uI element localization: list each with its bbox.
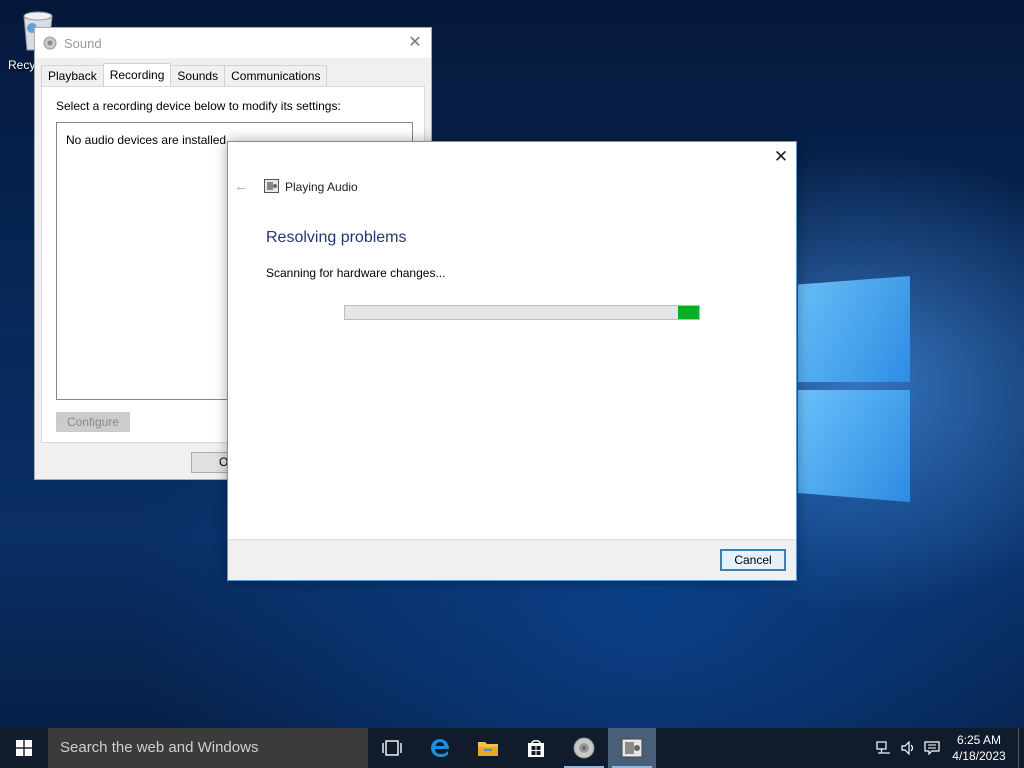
task-view-icon	[382, 740, 402, 756]
troubleshooter-heading: Resolving problems	[266, 229, 407, 246]
troubleshooter-taskbar-button[interactable]	[608, 728, 656, 768]
clock-time: 6:25 AM	[956, 733, 1002, 747]
recording-instruction: Select a recording device below to modif…	[56, 99, 341, 113]
taskbar-clock[interactable]: 6:25 AM 4/18/2023	[944, 732, 1014, 764]
system-tray: 6:25 AM 4/18/2023	[872, 728, 1024, 768]
scan-progress-indicator	[678, 306, 699, 319]
troubleshooter-app-icon	[621, 738, 643, 758]
sound-taskbar-button[interactable]	[560, 728, 608, 768]
tab-playback[interactable]: Playback	[41, 65, 104, 86]
troubleshooter-app-title: Playing Audio	[285, 180, 358, 194]
configure-button[interactable]: Configure	[56, 412, 130, 432]
no-devices-message: No audio devices are installed	[66, 133, 227, 147]
taskbar: Search the web and Windows 6:25 AM 4/18/…	[0, 728, 1024, 768]
speaker-app-icon	[573, 737, 595, 759]
sound-close-icon[interactable]: ✕	[405, 33, 425, 53]
back-arrow-icon[interactable]: ←	[234, 178, 249, 195]
folder-icon	[478, 742, 498, 756]
edge-icon	[431, 739, 449, 757]
start-button[interactable]	[0, 728, 48, 768]
taskbar-search-box[interactable]: Search the web and Windows	[48, 728, 368, 768]
troubleshooter-status: Scanning for hardware changes...	[266, 266, 446, 280]
task-view-button[interactable]	[368, 728, 416, 768]
sound-title-text: Sound	[64, 35, 102, 51]
troubleshooter-app-icon	[264, 179, 279, 193]
sound-title-bar[interactable]: Sound	[35, 28, 431, 58]
tab-sounds[interactable]: Sounds	[170, 65, 226, 86]
store-bag-icon	[528, 740, 544, 757]
tab-communications[interactable]: Communications	[224, 65, 328, 86]
network-icon[interactable]	[872, 728, 896, 768]
windows-start-icon	[16, 740, 32, 756]
store-taskbar-button[interactable]	[512, 728, 560, 768]
edge-taskbar-button[interactable]	[416, 728, 464, 768]
tab-recording[interactable]: Recording	[102, 63, 172, 86]
windows-wallpaper-logo	[790, 262, 915, 512]
recycle-bin-label: Recycle Bin	[8, 58, 34, 72]
show-desktop-button[interactable]	[1018, 728, 1024, 768]
clock-date: 4/18/2023	[952, 749, 1006, 763]
volume-icon[interactable]	[896, 728, 920, 768]
action-center-icon[interactable]	[920, 728, 944, 768]
sound-tabs: Playback Recording Sounds Communications	[41, 63, 328, 86]
file-explorer-taskbar-button[interactable]	[464, 728, 512, 768]
troubleshooter-footer: Cancel	[228, 539, 796, 580]
cancel-button[interactable]: Cancel	[720, 549, 786, 571]
speaker-app-icon	[43, 36, 57, 50]
troubleshooter-close-icon[interactable]: ✕	[770, 146, 792, 168]
scan-progress-bar	[344, 305, 700, 320]
troubleshooter-dialog: ✕ ← Playing Audio Resolving problems Sca…	[227, 141, 797, 581]
